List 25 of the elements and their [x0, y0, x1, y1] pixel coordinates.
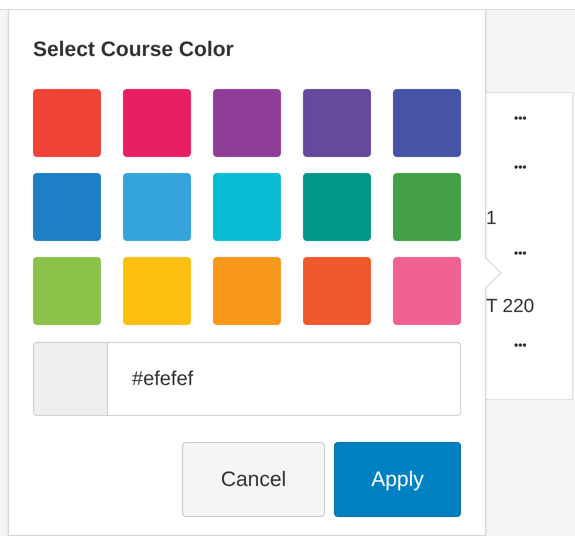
- color-swatch[interactable]: [33, 257, 101, 325]
- more-menu[interactable]: •••: [514, 334, 527, 356]
- color-swatch[interactable]: [303, 89, 371, 157]
- color-swatch[interactable]: [123, 173, 191, 241]
- color-swatch[interactable]: [123, 89, 191, 157]
- popover-title: Select Course Color: [33, 37, 235, 63]
- color-swatch[interactable]: [213, 257, 281, 325]
- course-label: 1: [486, 208, 497, 230]
- color-swatch[interactable]: [393, 89, 461, 157]
- color-swatch[interactable]: [393, 173, 461, 241]
- more-menu[interactable]: •••: [514, 242, 527, 264]
- color-swatch[interactable]: [303, 257, 371, 325]
- color-swatch[interactable]: [213, 173, 281, 241]
- color-swatch[interactable]: [393, 257, 461, 325]
- hex-input-field[interactable]: #efefef: [33, 342, 461, 416]
- color-swatch[interactable]: [303, 173, 371, 241]
- more-menu[interactable]: •••: [514, 107, 527, 129]
- cancel-button[interactable]: Cancel: [182, 442, 325, 517]
- color-swatch[interactable]: [33, 89, 101, 157]
- color-swatch[interactable]: [123, 257, 191, 325]
- color-swatch[interactable]: [33, 173, 101, 241]
- color-swatch[interactable]: [213, 89, 281, 157]
- apply-button[interactable]: Apply: [334, 442, 461, 517]
- more-menu[interactable]: •••: [514, 156, 527, 178]
- course-label: T 220: [486, 296, 534, 318]
